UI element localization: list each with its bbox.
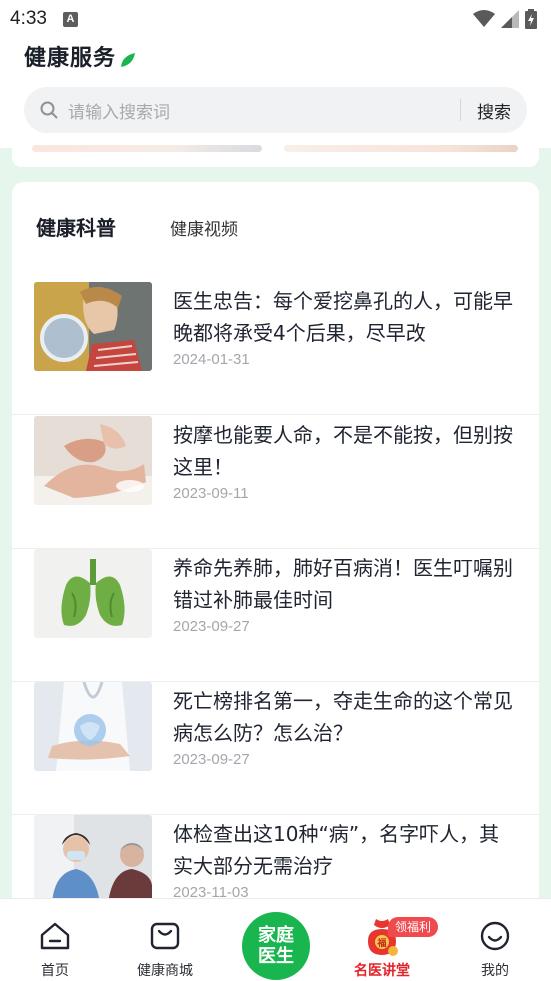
smile-face-icon xyxy=(480,921,510,951)
nav-health-mall-label: 健康商城 xyxy=(137,963,193,979)
nav-home-label: 首页 xyxy=(41,963,69,979)
nav-health-mall[interactable]: 健康商城 xyxy=(120,899,210,981)
notification-icon: A xyxy=(62,11,78,27)
article-date: 2023-09-27 xyxy=(173,618,250,635)
article-item[interactable]: 按摩也能要人命，不是不能按，但别按这里！ 2023-09-11 xyxy=(12,416,539,549)
banner-image-right[interactable] xyxy=(284,145,518,152)
nav-family-doctor-button[interactable]: 家庭医生 xyxy=(242,912,310,980)
wifi-icon xyxy=(473,10,495,27)
article-thumbnail[interactable] xyxy=(34,416,152,505)
article-title[interactable]: 按摩也能要人命，不是不能按，但别按这里！ xyxy=(173,419,518,483)
status-indicators xyxy=(473,9,537,29)
welfare-badge: 领福利 xyxy=(388,917,439,937)
page-title: 健康服务 xyxy=(24,46,117,71)
content-tabs: 健康科普 健康视频 xyxy=(36,212,238,241)
svg-text:福: 福 xyxy=(376,937,386,949)
article-title[interactable]: 养命先养肺，肺好百病消！医生叮嘱别错过补肺最佳时间 xyxy=(173,552,518,616)
search-bar[interactable]: 请输入搜索词 搜索 xyxy=(24,87,527,133)
service-banner[interactable] xyxy=(12,140,539,167)
article-date: 2023-09-11 xyxy=(173,485,249,502)
nav-expert-lecture[interactable]: 福 名医讲堂 xyxy=(337,899,427,981)
home-icon xyxy=(40,922,70,950)
article-title[interactable]: 死亡榜排名第一，夺走生命的这个常见病怎么防？怎么治？ xyxy=(173,685,518,749)
article-date: 2023-09-27 xyxy=(173,751,250,768)
article-item[interactable]: 养命先养肺，肺好百病消！医生叮嘱别错过补肺最佳时间 2023-09-27 xyxy=(12,549,539,682)
article-date: 2024-01-31 xyxy=(173,351,250,368)
banner-image-left[interactable] xyxy=(32,145,262,152)
article-thumbnail[interactable] xyxy=(34,549,152,638)
search-input[interactable]: 请输入搜索词 xyxy=(68,98,460,123)
status-bar: 4:33 A xyxy=(0,0,551,38)
nav-mine-label: 我的 xyxy=(481,963,509,979)
leaf-icon xyxy=(121,53,136,67)
article-title[interactable]: 体检查出这10种“病”，名字吓人，其实大部分无需治疗 xyxy=(173,818,518,882)
tab-health-video[interactable]: 健康视频 xyxy=(170,215,238,241)
nav-expert-lecture-label: 名医讲堂 xyxy=(354,963,410,979)
battery-icon xyxy=(525,9,537,29)
article-item[interactable]: 死亡榜排名第一，夺走生命的这个常见病怎么防？怎么治？ 2023-09-27 xyxy=(12,682,539,815)
shopping-bag-icon xyxy=(150,922,180,950)
tab-health-science[interactable]: 健康科普 xyxy=(36,212,116,241)
signal-icon xyxy=(501,10,519,28)
nav-mine[interactable]: 我的 xyxy=(450,899,540,981)
article-thumbnail[interactable] xyxy=(34,282,152,371)
article-thumbnail[interactable] xyxy=(34,682,152,771)
status-time: 4:33 xyxy=(10,8,47,29)
page-header: 健康服务 xyxy=(24,40,136,72)
search-button[interactable]: 搜索 xyxy=(461,98,527,123)
article-title[interactable]: 医生忠告：每个爱挖鼻孔的人，可能早晚都将承受4个后果，尽早改 xyxy=(173,285,518,349)
health-content-card: 健康科普 健康视频 医生忠告：每个爱挖鼻孔的人，可能早晚都将承受4个后果，尽早改… xyxy=(12,182,539,922)
bottom-navigation: 首页 健康商城 家庭医生 福 名医讲堂 领福利 我的 xyxy=(0,898,551,981)
nav-family-doctor-label: 家庭医生 xyxy=(258,925,294,967)
article-thumbnail[interactable] xyxy=(34,815,152,904)
nav-home[interactable]: 首页 xyxy=(10,899,100,981)
article-item[interactable]: 医生忠告：每个爱挖鼻孔的人，可能早晚都将承受4个后果，尽早改 2024-01-3… xyxy=(12,282,539,415)
search-icon xyxy=(40,101,58,119)
